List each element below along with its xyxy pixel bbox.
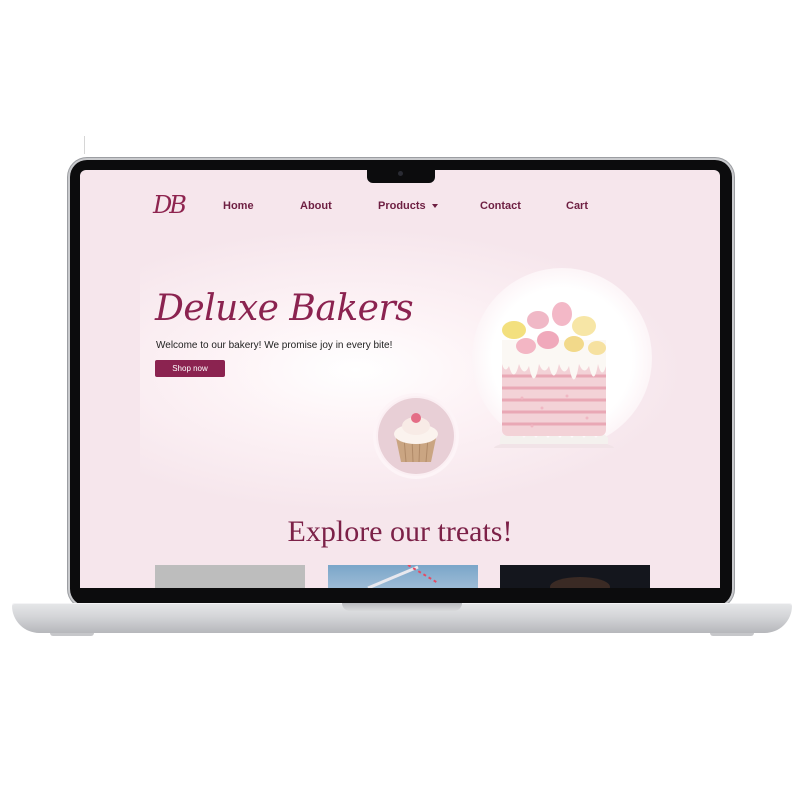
cupcake-image: [378, 398, 454, 474]
treat-card-image: [550, 577, 610, 588]
nav-about[interactable]: About: [300, 200, 332, 212]
nav-home[interactable]: Home: [223, 200, 254, 212]
nav-products[interactable]: Products: [378, 200, 438, 212]
nav-products-label: Products: [378, 200, 426, 212]
hero-title: Deluxe Bakers: [155, 288, 414, 329]
laptop-base-groove: [342, 603, 462, 611]
laptop-foot-right: [710, 633, 754, 636]
section-title: Explore our treats!: [287, 515, 513, 548]
laptop-notch: [367, 168, 435, 183]
laptop-foot-left: [50, 633, 94, 636]
website-screen: DB Home About Products Contact Cart Delu…: [80, 170, 720, 588]
camera-icon: [398, 171, 403, 176]
nav-contact[interactable]: Contact: [480, 200, 521, 212]
treat-card[interactable]: [500, 565, 650, 588]
cupcake-image-frame: [376, 396, 456, 476]
hero-subtitle: Welcome to our bakery! We promise joy in…: [156, 340, 393, 351]
logo[interactable]: DB: [153, 191, 187, 219]
treat-card[interactable]: [155, 565, 305, 588]
treat-card-image: [367, 564, 439, 588]
laptop-base: [12, 603, 792, 633]
cake-image: [494, 302, 614, 456]
chevron-down-icon: [431, 204, 438, 209]
nav-cart[interactable]: Cart: [566, 200, 588, 212]
shop-now-button[interactable]: Shop now: [155, 360, 225, 377]
treat-card[interactable]: [328, 564, 478, 588]
cake-image-frame: [472, 268, 652, 456]
stray-line: [84, 136, 85, 154]
